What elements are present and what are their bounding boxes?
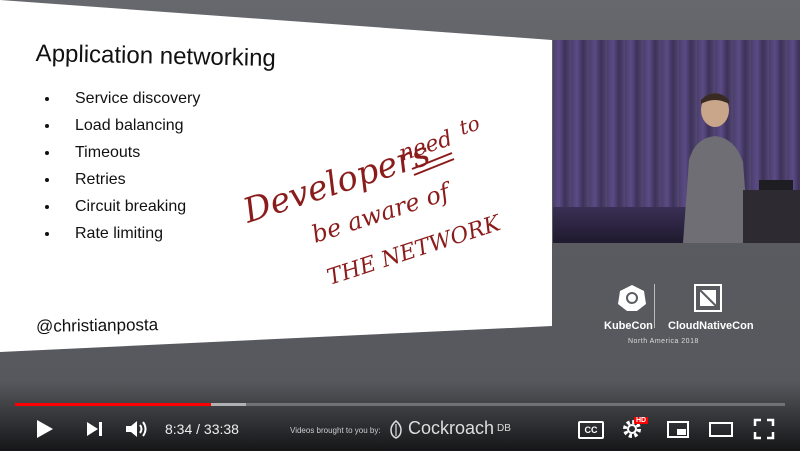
cockroach-logo-icon: [390, 419, 402, 439]
sponsor-logo: Cockroach DB: [388, 418, 511, 439]
event-logos: KubeCon CloudNativeCon North America 201…: [596, 284, 766, 354]
bullet-item: Rate limiting: [45, 225, 163, 243]
cncf-logo-icon: [694, 284, 722, 312]
play-icon: [37, 420, 53, 438]
bullet-dot-icon: [45, 123, 49, 128]
bullet-item: Service discovery: [45, 90, 200, 108]
subtitles-button[interactable]: CC: [578, 421, 604, 439]
kubecon-label: KubeCon: [604, 320, 653, 332]
video-player[interactable]: Application networking Service discovery…: [0, 0, 800, 451]
bullet-item: Timeouts: [45, 144, 140, 162]
bullet-item: Circuit breaking: [45, 198, 186, 216]
progress-played: [15, 403, 211, 406]
bullet-item: Load balancing: [45, 117, 184, 135]
bullet-item: Retries: [45, 171, 126, 189]
miniplayer-icon: [667, 421, 689, 438]
speaker-camera-inset: [553, 40, 800, 243]
progress-bar[interactable]: [15, 403, 785, 406]
bullet-text: Rate limiting: [75, 225, 164, 242]
theater-mode-button[interactable]: [706, 414, 736, 444]
bullet-text: Retries: [75, 171, 126, 188]
duration: 33:38: [203, 421, 239, 437]
sponsor-text: Videos brought to you by:: [290, 426, 381, 435]
volume-button[interactable]: [122, 414, 152, 444]
sponsor-brand-name: Cockroach: [408, 418, 495, 438]
bullet-dot-icon: [45, 204, 49, 209]
kubernetes-logo-icon: [618, 285, 646, 311]
sponsor-brand-suffix: DB: [497, 423, 511, 434]
handwritten-annotation: Developers need to be aware of THE NETWO…: [237, 111, 505, 291]
bullet-text: Timeouts: [75, 144, 141, 161]
current-time: 8:34: [165, 421, 193, 437]
bullet-text: Circuit breaking: [75, 198, 187, 215]
annotation-word: to: [456, 111, 483, 140]
cloudnativecon-label: CloudNativeCon: [668, 320, 754, 332]
subtitles-icon: CC: [584, 425, 598, 435]
miniplayer-button[interactable]: [664, 414, 692, 444]
next-icon: [87, 422, 102, 436]
speaker-figure: [683, 93, 800, 243]
bullet-dot-icon: [45, 177, 49, 182]
time-separator: /: [196, 421, 201, 437]
bullet-text: Load balancing: [75, 117, 184, 134]
slide-title: Application networking: [35, 40, 277, 73]
bullet-dot-icon: [45, 150, 49, 155]
play-button[interactable]: [30, 414, 58, 444]
theater-mode-icon: [709, 422, 733, 437]
fullscreen-icon: [753, 418, 775, 440]
next-button[interactable]: [80, 414, 108, 444]
speaker-handle: @christianposta: [35, 315, 159, 336]
bullet-text: Service discovery: [75, 90, 201, 107]
bullet-dot-icon: [45, 231, 49, 236]
event-subtitle: North America 2018: [628, 338, 699, 345]
fullscreen-button[interactable]: [750, 414, 778, 444]
hd-badge: HD: [634, 417, 649, 424]
time-display: 8:34 / 33:38: [165, 421, 239, 437]
bullet-dot-icon: [45, 96, 49, 101]
volume-icon: [126, 421, 147, 437]
